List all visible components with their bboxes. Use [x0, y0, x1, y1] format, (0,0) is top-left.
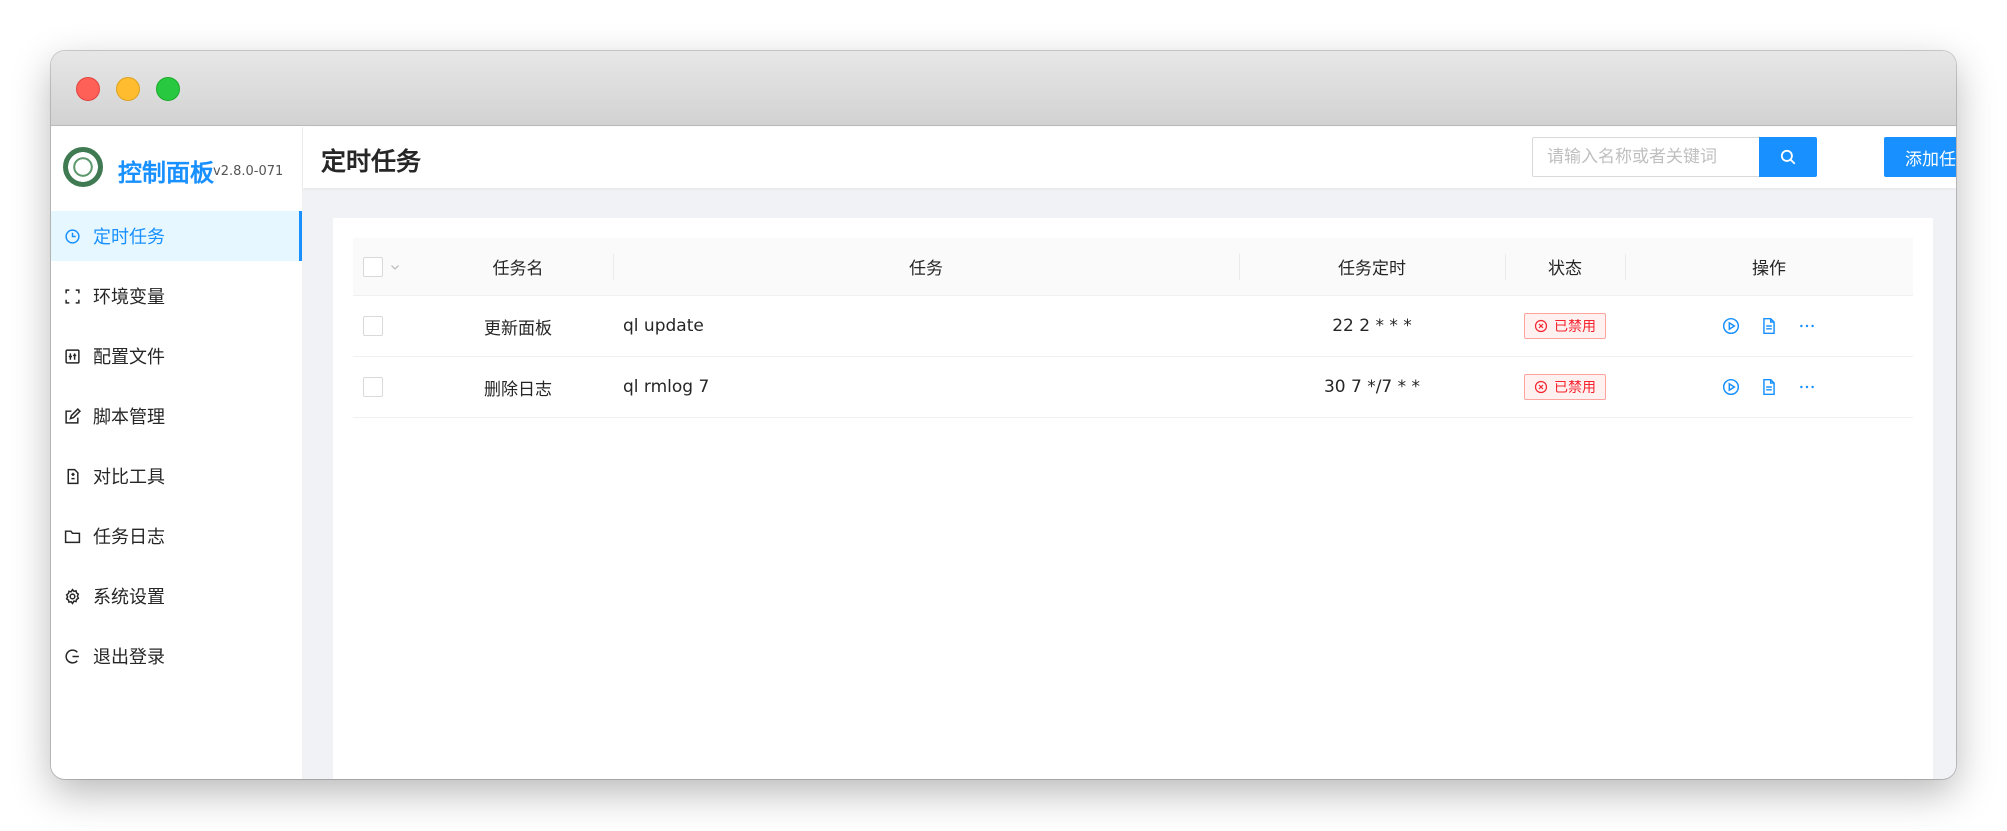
- content-card: 任务名 任务 任务定时 状态 操作 更新面板 ql update 22 2 * …: [333, 218, 1933, 779]
- close-window-button[interactable]: [76, 77, 100, 101]
- cron-table: 任务名 任务 任务定时 状态 操作 更新面板 ql update 22 2 * …: [353, 238, 1913, 418]
- chevron-down-icon[interactable]: [389, 261, 401, 273]
- task-schedule: 22 2 * * *: [1332, 316, 1412, 336]
- gear-icon: [63, 587, 81, 605]
- sidebar-menu: 定时任务 环境变量 配置文件 脚本管理 对比工具 任务日志 系统设置 退出登录: [51, 211, 302, 681]
- row-select-cell: [353, 357, 423, 417]
- more-icon[interactable]: [1797, 377, 1817, 397]
- sidebar-item-label: 配置文件: [93, 347, 165, 368]
- brand-title: 控制面板: [118, 159, 214, 187]
- header-select-cell: [353, 238, 423, 295]
- task-actions: [1625, 296, 1913, 356]
- column-header-schedule: 任务定时: [1239, 238, 1505, 295]
- table-row: 删除日志 ql rmlog 7 30 7 */7 * * 已禁用: [353, 357, 1913, 418]
- sidebar-item-label: 任务日志: [93, 527, 165, 548]
- add-task-button[interactable]: 添加任务: [1884, 137, 1956, 177]
- sidebar-item-settings[interactable]: 系统设置: [51, 571, 302, 621]
- sidebar-item-logout[interactable]: 退出登录: [51, 631, 302, 681]
- more-icon[interactable]: [1797, 316, 1817, 336]
- sidebar-item-config[interactable]: 配置文件: [51, 331, 302, 381]
- app-body: 控制面板 v2.8.0-071 定时任务 环境变量 配置文件 脚本管理 对比工具…: [51, 127, 1956, 779]
- minimize-window-button[interactable]: [116, 77, 140, 101]
- sidebar-item-label: 定时任务: [93, 227, 165, 248]
- sidebar: 控制面板 v2.8.0-071 定时任务 环境变量 配置文件 脚本管理 对比工具…: [51, 127, 303, 779]
- search-button[interactable]: [1759, 137, 1817, 177]
- sidebar-item-label: 对比工具: [93, 467, 165, 488]
- run-icon[interactable]: [1721, 316, 1741, 336]
- brand: 控制面板 v2.8.0-071: [51, 127, 302, 207]
- search-input[interactable]: [1532, 137, 1759, 177]
- status-label: 已禁用: [1554, 380, 1596, 396]
- clock-icon: [63, 227, 81, 245]
- app-window: 控制面板 v2.8.0-071 定时任务 环境变量 配置文件 脚本管理 对比工具…: [51, 51, 1956, 779]
- sidebar-item-label: 环境变量: [93, 287, 165, 308]
- task-command: ql update: [623, 316, 704, 336]
- settings-file-icon: [63, 347, 81, 365]
- sidebar-item-label: 退出登录: [93, 647, 165, 668]
- sidebar-item-diff[interactable]: 对比工具: [51, 451, 302, 501]
- row-select-cell: [353, 296, 423, 356]
- status-badge: 已禁用: [1524, 374, 1606, 400]
- sidebar-item-scripts[interactable]: 脚本管理: [51, 391, 302, 441]
- task-command: ql rmlog 7: [623, 377, 710, 397]
- task-schedule: 30 7 */7 * *: [1323, 377, 1421, 397]
- task-actions: [1625, 357, 1913, 417]
- column-header-name: 任务名: [492, 259, 544, 279]
- page-header: 定时任务 添加任务: [303, 127, 1956, 188]
- variable-icon: [63, 287, 81, 305]
- table-header: 任务名 任务 任务定时 状态 操作: [353, 238, 1913, 296]
- run-icon[interactable]: [1721, 377, 1741, 397]
- search-icon: [1779, 148, 1797, 166]
- task-status-cell: 已禁用: [1505, 296, 1625, 356]
- task-status-cell: 已禁用: [1505, 357, 1625, 417]
- select-all-checkbox[interactable]: [363, 256, 383, 277]
- log-file-icon[interactable]: [1759, 316, 1779, 336]
- status-badge: 已禁用: [1524, 313, 1606, 339]
- diff-icon: [63, 467, 81, 485]
- logout-icon: [63, 647, 81, 665]
- brand-logo: [63, 147, 103, 187]
- status-label: 已禁用: [1554, 319, 1596, 335]
- sidebar-item-logs[interactable]: 任务日志: [51, 511, 302, 561]
- sidebar-item-env[interactable]: 环境变量: [51, 271, 302, 321]
- title-bar: [51, 51, 1956, 126]
- row-checkbox[interactable]: [363, 316, 383, 336]
- row-checkbox[interactable]: [363, 377, 383, 397]
- sidebar-item-label: 脚本管理: [93, 407, 165, 428]
- sidebar-item-cron[interactable]: 定时任务: [51, 211, 302, 261]
- page-title: 定时任务: [321, 147, 422, 176]
- brand-version: v2.8.0-071: [213, 164, 284, 179]
- close-circle-icon: [1534, 319, 1548, 333]
- task-name: 删除日志: [484, 379, 552, 400]
- column-header-actions: 操作: [1625, 238, 1913, 295]
- column-header-command: 任务: [613, 238, 1239, 295]
- folder-icon: [63, 527, 81, 545]
- task-name: 更新面板: [484, 318, 552, 339]
- log-file-icon[interactable]: [1759, 377, 1779, 397]
- sidebar-item-label: 系统设置: [93, 587, 165, 608]
- column-header-status: 状态: [1505, 238, 1625, 295]
- main-area: 定时任务 添加任务: [303, 127, 1956, 779]
- zoom-window-button[interactable]: [156, 77, 180, 101]
- edit-icon: [63, 407, 81, 425]
- close-circle-icon: [1534, 380, 1548, 394]
- table-row: 更新面板 ql update 22 2 * * * 已禁用: [353, 296, 1913, 357]
- search-box: [1532, 137, 1817, 177]
